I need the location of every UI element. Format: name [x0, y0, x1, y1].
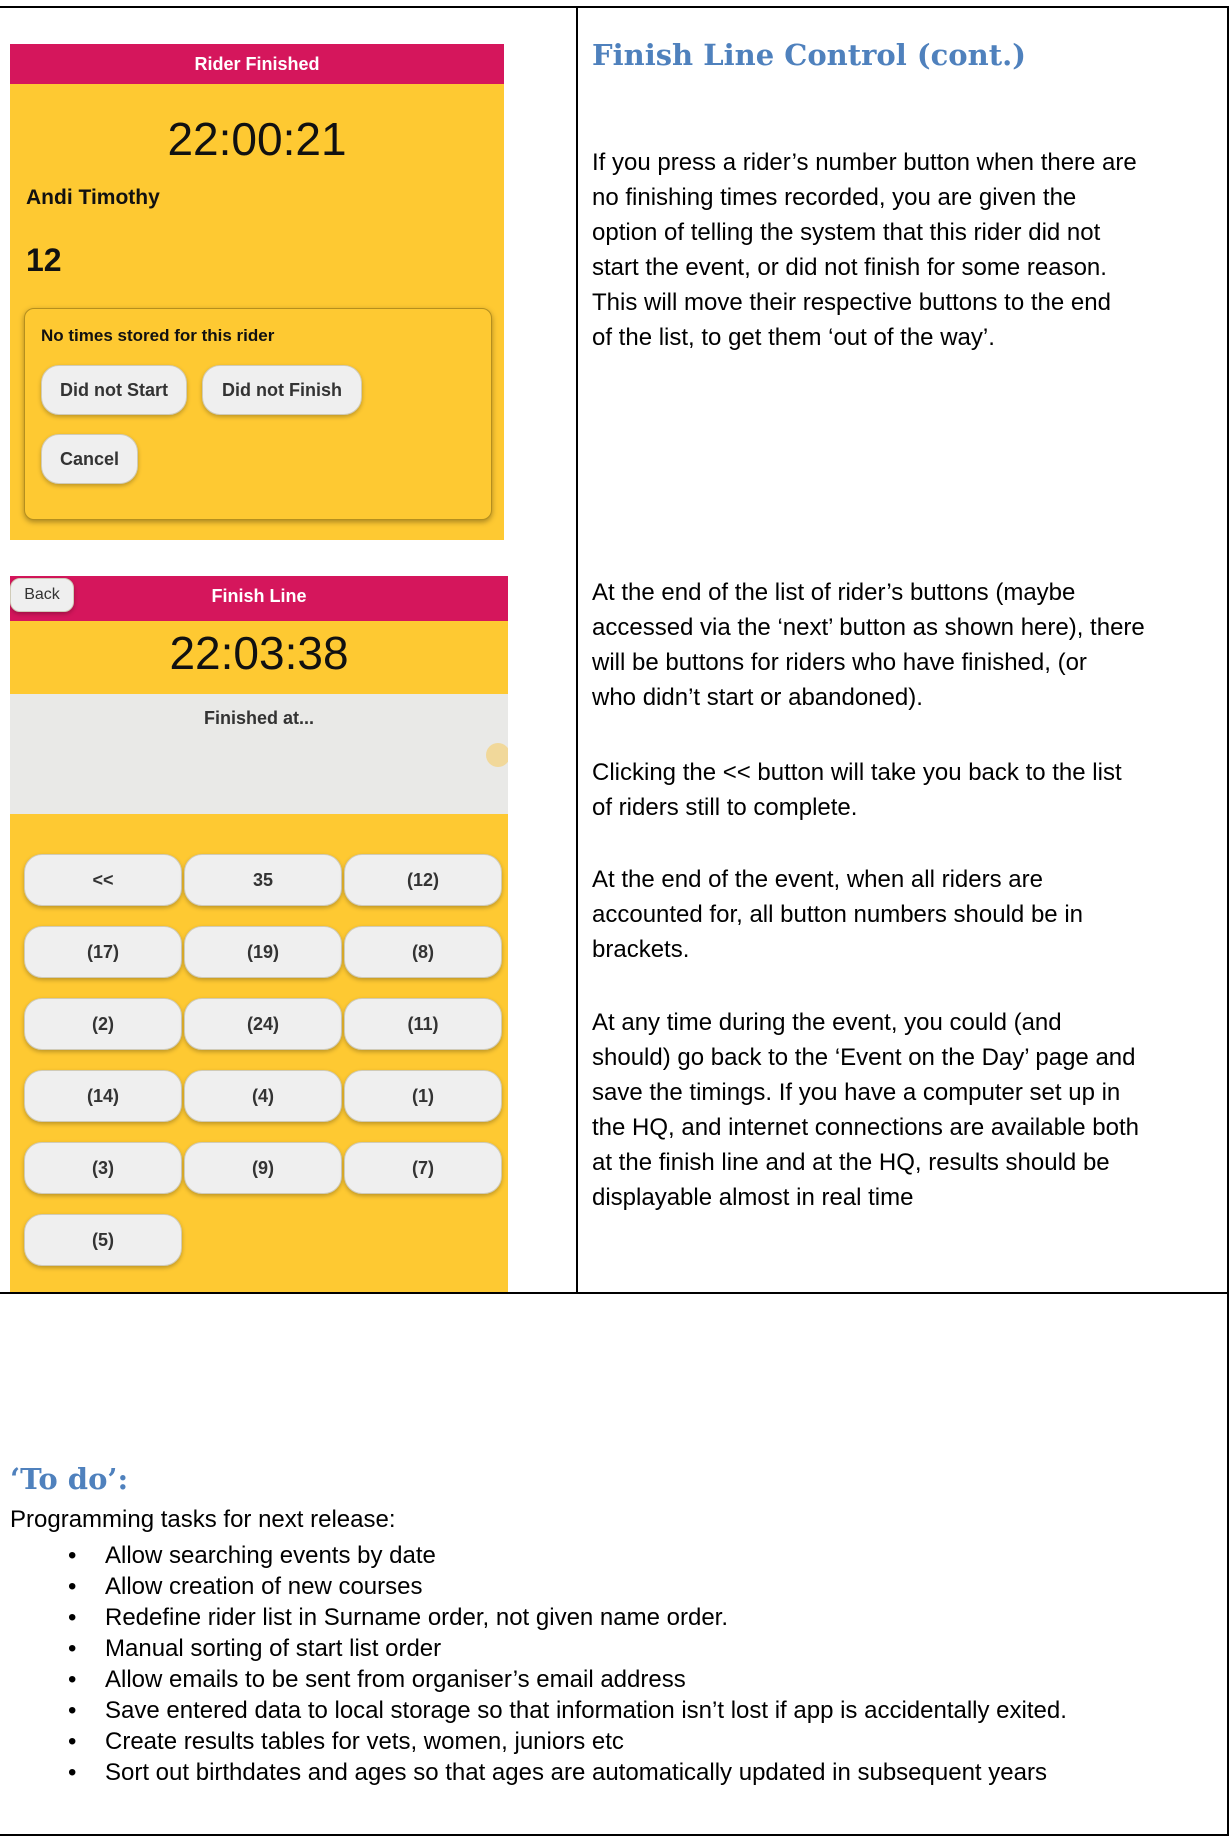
rider-number: 12 — [26, 242, 62, 278]
paragraph-back-button: Clicking the << button will take you bac… — [592, 755, 1122, 825]
text-line: of riders still to complete. — [592, 794, 858, 821]
rider-number-button[interactable]: (4) — [184, 1070, 342, 1122]
list-item: Sort out birthdates and ages so that age… — [0, 1757, 1067, 1788]
scroll-handle[interactable] — [486, 743, 508, 767]
list-item: Redefine rider list in Surname order, no… — [0, 1602, 1067, 1633]
rider-number-button[interactable]: (3) — [24, 1142, 182, 1194]
table-column-divider — [576, 6, 578, 1294]
rider-name: Andi Timothy — [26, 186, 160, 209]
list-item: Manual sorting of start list order — [0, 1633, 1067, 1664]
clock-display: 22:03:38 — [169, 627, 349, 679]
todo-list: Allow searching events by date Allow cre… — [0, 1540, 1067, 1788]
paragraph-save-timings: At any time during the event, you could … — [592, 1005, 1139, 1215]
finish-line-header: Finish Line — [10, 576, 508, 621]
rider-finished-header: Rider Finished — [10, 44, 504, 84]
text-line: at the finish line and at the HQ, result… — [592, 1149, 1110, 1176]
did-not-finish-button[interactable]: Did not Finish — [202, 365, 362, 415]
dialog-message: No times stored for this rider — [41, 326, 275, 345]
text-line: save the timings. If you have a computer… — [592, 1079, 1121, 1106]
list-item: Save entered data to local storage so th… — [0, 1695, 1067, 1726]
text-line: option of telling the system that this r… — [592, 219, 1101, 246]
text-line: This will move their respective buttons … — [592, 289, 1111, 316]
text-line: At the end of the event, when all riders… — [592, 866, 1043, 893]
rider-number-button[interactable]: (19) — [184, 926, 342, 978]
rider-number-button[interactable]: (12) — [344, 854, 502, 906]
back-button[interactable]: Back — [10, 578, 74, 612]
paragraph-brackets: At the end of the event, when all riders… — [592, 862, 1083, 967]
list-item: Allow emails to be sent from organiser’s… — [0, 1664, 1067, 1695]
text-line: of the list, to get them ‘out of the way… — [592, 324, 995, 351]
text-line: accessed via the ‘next’ button as shown … — [592, 614, 1145, 641]
todo-intro: Programming tasks for next release: — [10, 1506, 396, 1533]
text-line: start the event, or did not finish for s… — [592, 254, 1107, 281]
paragraph-end-of-list: At the end of the list of rider’s button… — [592, 575, 1145, 715]
rider-number-button[interactable]: (11) — [344, 998, 502, 1050]
text-line: displayable almost in real time — [592, 1184, 914, 1211]
rider-number-button[interactable]: (24) — [184, 998, 342, 1050]
clock-display: 22:00:21 — [167, 113, 347, 165]
cancel-button[interactable]: Cancel — [41, 434, 138, 484]
rider-number-button[interactable]: (9) — [184, 1142, 342, 1194]
todo-heading: ‘To do’: — [10, 1462, 129, 1496]
list-item: Allow creation of new courses — [0, 1571, 1067, 1602]
no-times-dialog: No times stored for this rider Did not S… — [24, 308, 492, 520]
text-line: At the end of the list of rider’s button… — [592, 579, 1076, 606]
rider-number-button[interactable]: (14) — [24, 1070, 182, 1122]
table-border-top — [0, 6, 1229, 8]
section-heading: Finish Line Control (cont.) — [592, 38, 1026, 72]
rider-number-button[interactable]: (17) — [24, 926, 182, 978]
rider-number-button[interactable]: (8) — [344, 926, 502, 978]
list-item: Allow searching events by date — [0, 1540, 1067, 1571]
text-line: will be buttons for riders who have fini… — [592, 649, 1087, 676]
text-line: accounted for, all button numbers should… — [592, 901, 1083, 928]
finished-at-panel: Finished at... — [10, 694, 508, 814]
paragraph-dns-dnf: If you press a rider’s number button whe… — [592, 145, 1137, 355]
text-line: Clicking the << button will take you bac… — [592, 759, 1122, 786]
finished-at-label: Finished at... — [203, 708, 314, 728]
rider-number-button[interactable]: (2) — [24, 998, 182, 1050]
text-line: If you press a rider’s number button whe… — [592, 149, 1137, 176]
text-line: should) go back to the ‘Event on the Day… — [592, 1044, 1136, 1071]
rider-number-button[interactable]: (1) — [344, 1070, 502, 1122]
rider-finished-screen: Rider Finished 22:00:21 Andi Timothy 12 … — [10, 44, 504, 540]
rider-number-button[interactable]: (7) — [344, 1142, 502, 1194]
text-line: brackets. — [592, 936, 690, 963]
rider-number-button[interactable]: (5) — [24, 1214, 182, 1266]
table-row-divider — [0, 1292, 1229, 1294]
finish-line-screen: Finish Line Back 22:03:38 Finished at...… — [10, 576, 508, 1292]
text-line: no finishing times recorded, you are giv… — [592, 184, 1077, 211]
did-not-start-button[interactable]: Did not Start — [41, 365, 187, 415]
header-title: Finish Line — [211, 586, 307, 606]
text-line: the HQ, and internet connections are ava… — [592, 1114, 1140, 1141]
header-title: Rider Finished — [194, 54, 320, 74]
rider-number-button[interactable]: 35 — [184, 854, 342, 906]
list-item: Create results tables for vets, women, j… — [0, 1726, 1067, 1757]
text-line: At any time during the event, you could … — [592, 1009, 1062, 1036]
back-to-list-button[interactable]: << — [24, 854, 182, 906]
text-line: who didn’t start or abandoned). — [592, 684, 923, 711]
table-border-bottom — [0, 1834, 1229, 1836]
